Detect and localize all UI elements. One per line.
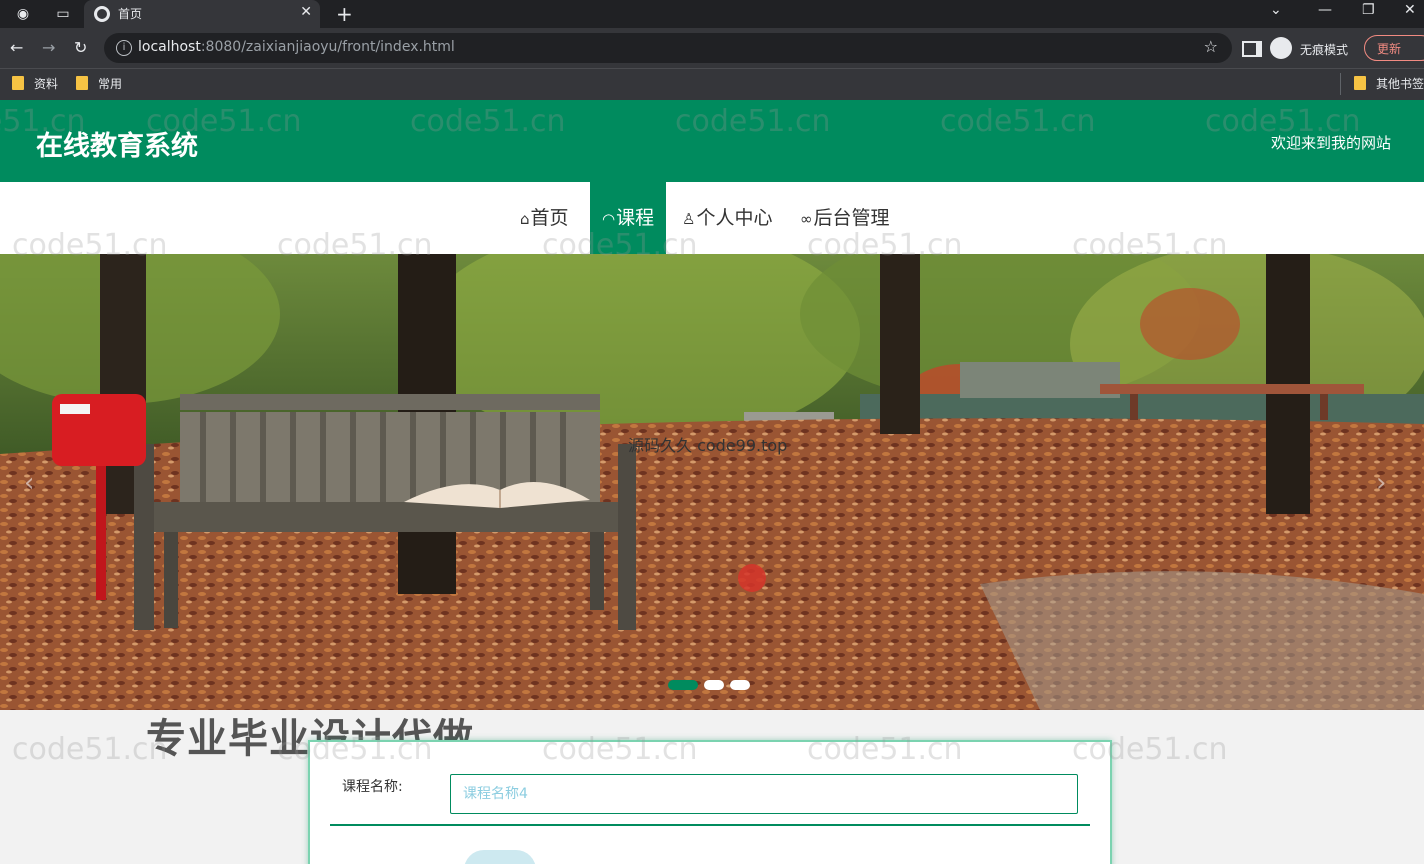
search-button[interactable] xyxy=(464,850,536,864)
link-icon: ∞ xyxy=(800,210,813,228)
nav-item-home[interactable]: ⌂首页 xyxy=(520,182,569,254)
carousel-prev-arrow[interactable]: ‹ xyxy=(24,468,34,498)
browser-tab[interactable]: 首页 ✕ xyxy=(84,0,320,28)
nav-item-profile[interactable]: ♙个人中心 xyxy=(682,182,772,254)
forward-arrow-icon[interactable]: → xyxy=(42,38,55,57)
bookmark-folder-ziliao[interactable]: 资料 xyxy=(12,75,58,92)
url-text[interactable]: localhost:8080/zaixianjiaoyu/front/index… xyxy=(138,39,455,55)
watermark-text: code51.cn xyxy=(12,732,168,767)
incognito-icon xyxy=(1270,37,1292,59)
bookmarks-divider xyxy=(1340,73,1341,95)
site-header: 在线教育系统 欢迎来到我的网站 xyxy=(0,100,1424,182)
carousel-dot[interactable] xyxy=(730,680,750,690)
nav-item-courses[interactable]: ◠课程 xyxy=(590,182,667,254)
close-tab-icon[interactable]: ✕ xyxy=(300,4,312,20)
banner-overlay-text: 源码久久 code99.top xyxy=(628,436,788,455)
bookmark-star-icon[interactable]: ☆ xyxy=(1204,37,1218,56)
minimize-button[interactable]: — xyxy=(1318,2,1332,18)
banner-image xyxy=(0,254,1424,710)
gauge-icon: ◠ xyxy=(602,210,616,228)
globe-icon xyxy=(94,6,110,22)
back-arrow-icon[interactable]: ← xyxy=(10,38,23,57)
browser-tab-strip: ◉ ▭ 首页 ✕ + ⌄ — ❐ ✕ xyxy=(0,0,1424,28)
card-divider xyxy=(330,824,1090,826)
tab-search-icon[interactable]: ▭ xyxy=(54,5,72,23)
nav-item-admin[interactable]: ∞后台管理 xyxy=(800,182,890,254)
home-icon: ⌂ xyxy=(520,210,530,228)
incognito-label: 无痕模式 xyxy=(1300,43,1349,57)
new-tab-button[interactable]: + xyxy=(336,2,353,26)
carousel-dot[interactable] xyxy=(668,680,698,690)
welcome-text: 欢迎来到我的网站 xyxy=(1270,134,1391,152)
url-path: :8080/zaixianjiaoyu/front/index.html xyxy=(200,39,455,55)
reload-icon[interactable]: ↻ xyxy=(74,38,87,57)
browser-tab-title: 首页 xyxy=(118,7,143,21)
carousel-dot[interactable] xyxy=(704,680,724,690)
carousel-next-arrow[interactable]: › xyxy=(1376,468,1386,498)
bookmarks-bar: 资料 常用 其他书签 xyxy=(0,68,1424,100)
course-search-card: 课程名称: xyxy=(308,740,1112,864)
site-logo[interactable]: 在线教育系统 xyxy=(36,124,198,163)
nav-label-home: 首页 xyxy=(530,207,569,229)
nav-label-admin: 后台管理 xyxy=(813,207,890,229)
restore-button[interactable]: ❐ xyxy=(1362,2,1375,18)
user-icon: ♙ xyxy=(682,210,696,228)
chevron-down-icon[interactable]: ⌄ xyxy=(1270,2,1282,18)
nav-label-courses: 课程 xyxy=(616,207,655,229)
other-bookmarks-folder[interactable]: 其他书签 xyxy=(1354,75,1424,92)
close-window-button[interactable]: ✕ xyxy=(1404,2,1416,18)
browser-toolbar: ← → ↻ i localhost:8080/zaixianjiaoyu/fro… xyxy=(0,28,1424,68)
side-panel-icon[interactable] xyxy=(1242,41,1262,57)
course-name-label: 课程名称: xyxy=(342,779,403,795)
update-button[interactable]: 更新 xyxy=(1364,35,1424,61)
site-info-icon[interactable]: i xyxy=(116,40,132,56)
nav-label-profile: 个人中心 xyxy=(696,207,773,229)
main-nav: ⌂首页 ◠课程 ♙个人中心 ∞后台管理 xyxy=(0,182,1424,254)
address-bar[interactable]: i localhost:8080/zaixianjiaoyu/front/ind… xyxy=(104,33,1232,63)
bookmark-folder-changyong[interactable]: 常用 xyxy=(76,75,122,92)
page-viewport: 在线教育系统 欢迎来到我的网站 ⌂首页 ◠课程 ♙个人中心 ∞后台管理 ‹ › … xyxy=(0,100,1424,864)
url-host: localhost xyxy=(138,39,201,55)
hero-carousel[interactable]: ‹ › 源码久久 code99.top xyxy=(0,254,1424,710)
browser-logo-icon: ◉ xyxy=(16,6,30,22)
course-name-input[interactable] xyxy=(450,774,1078,814)
